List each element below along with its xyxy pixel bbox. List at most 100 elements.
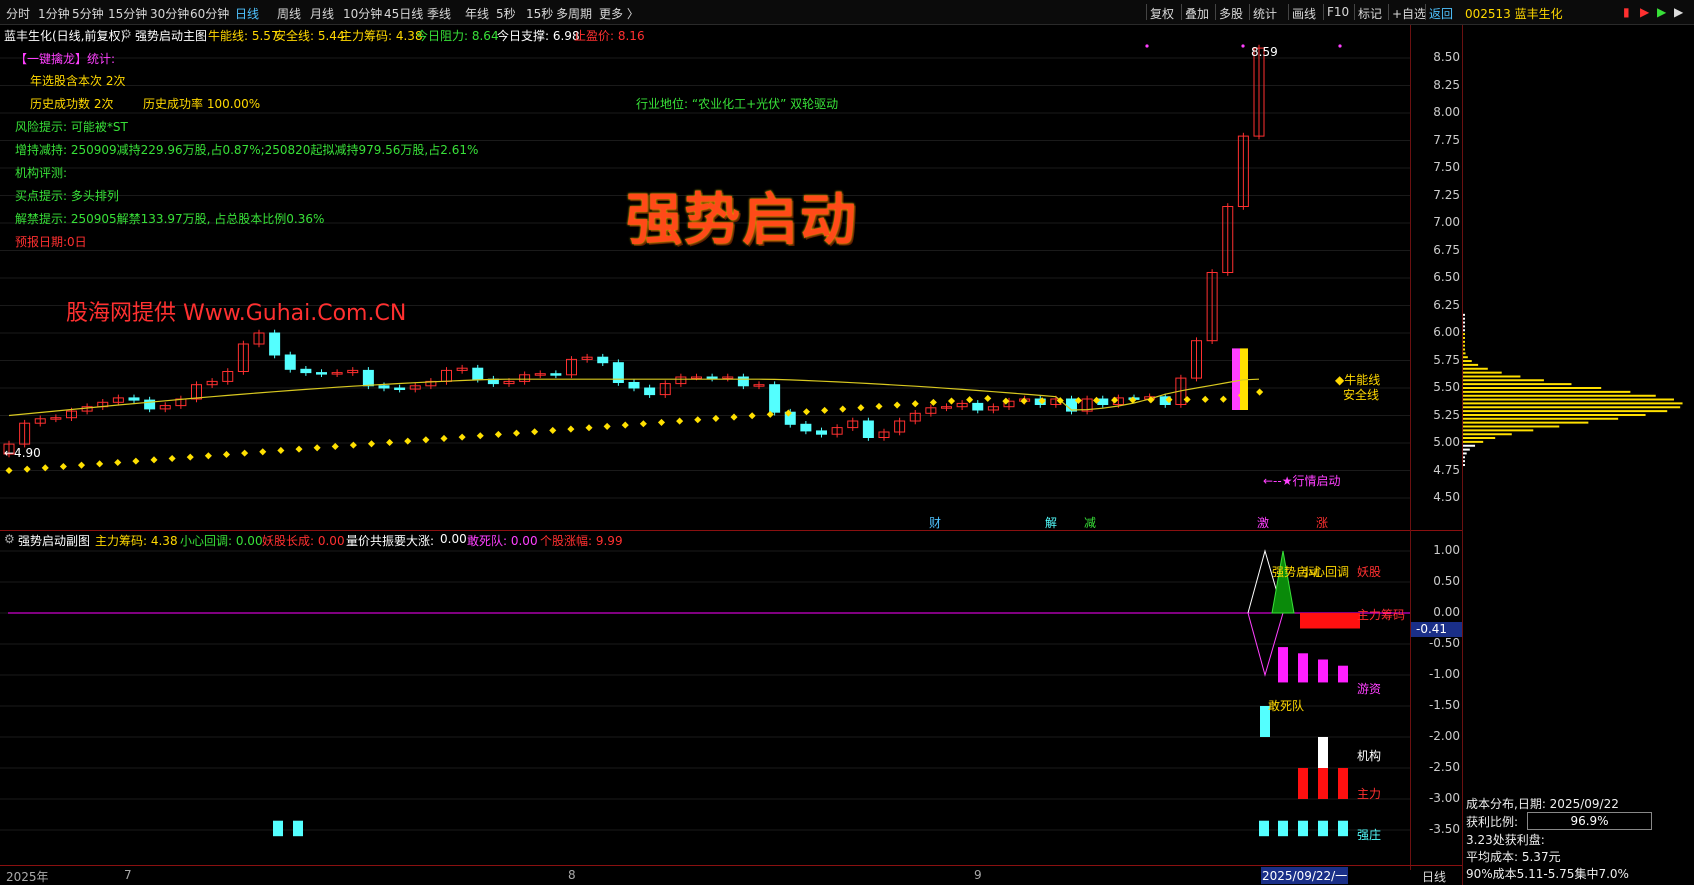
candle-body bbox=[769, 384, 781, 413]
toolbar-8[interactable]: 返回 bbox=[1429, 5, 1453, 22]
toolbar-separator bbox=[1146, 4, 1147, 20]
toolbar-4[interactable]: 画线 bbox=[1292, 5, 1316, 22]
safe-dot bbox=[1201, 395, 1209, 403]
profit-ratio-box: 96.9% bbox=[1527, 812, 1652, 830]
price-tick: 6.25 bbox=[1433, 297, 1460, 312]
price-tick: 8.00 bbox=[1433, 105, 1460, 119]
period-8[interactable]: 月线 bbox=[310, 5, 334, 22]
safe-dot bbox=[204, 452, 212, 460]
main-price-axis[interactable]: 8.50 8.25 8.00 7.75 7.50 7.25 7.00 6.75 6.50 6.25… bbox=[1410, 25, 1460, 530]
safe-dot bbox=[1219, 395, 1227, 403]
sub-tick: -3.50 bbox=[1428, 822, 1460, 836]
main-grid bbox=[0, 57, 1410, 499]
candle-body bbox=[378, 385, 390, 389]
sub-indicator-chart[interactable] bbox=[0, 530, 1410, 870]
period-3[interactable]: 15分钟 bbox=[108, 5, 147, 22]
candle-body bbox=[800, 423, 812, 432]
window-control-icon[interactable]: ▶ bbox=[1674, 5, 1683, 19]
period-5[interactable]: 60分钟 bbox=[190, 5, 229, 22]
safe-dot bbox=[277, 446, 285, 454]
sub-tick: -1.00 bbox=[1428, 667, 1460, 681]
period-7[interactable]: 周线 bbox=[277, 5, 301, 22]
sub-tick: -1.50 bbox=[1428, 698, 1460, 712]
safe-dot bbox=[984, 394, 992, 402]
period-toolbar: 分时 1分钟 5分钟 15分钟 30分钟 60分钟 日线 周线 月线 10分钟 45日线 季线 年线 5秒… bbox=[0, 0, 1694, 25]
safe-dot bbox=[1183, 395, 1191, 404]
institution-bar bbox=[1318, 737, 1328, 768]
toolbar-3[interactable]: 统计 bbox=[1253, 5, 1277, 22]
sub-tick: 0.00 bbox=[1433, 605, 1460, 619]
period-14[interactable]: 15秒 bbox=[526, 5, 553, 22]
cost-distribution-info: 成本分布,日期: 2025/09/22 获利比例: 96.9% 3.23处获利盘… bbox=[1463, 793, 1694, 884]
candle-body bbox=[737, 376, 749, 387]
candle-body bbox=[394, 387, 406, 390]
chip-distribution-chart[interactable] bbox=[1463, 25, 1694, 530]
safe-dot bbox=[59, 462, 67, 471]
window-control-icon[interactable]: ▶ bbox=[1657, 5, 1666, 19]
safe-dot bbox=[494, 430, 502, 438]
chip-bars bbox=[1463, 313, 1683, 466]
toolbar-5[interactable]: F10 bbox=[1327, 5, 1349, 19]
safe-dot bbox=[730, 413, 738, 421]
period-0[interactable]: 分时 bbox=[6, 5, 30, 22]
toolbar-2[interactable]: 多股 bbox=[1219, 5, 1243, 22]
period-11[interactable]: 季线 bbox=[427, 5, 451, 22]
window-control-icon[interactable]: ▶ bbox=[1640, 5, 1649, 19]
toolbar-6[interactable]: 标记 bbox=[1358, 5, 1382, 22]
toolbar-1[interactable]: 叠加 bbox=[1185, 5, 1209, 22]
candle-body bbox=[644, 387, 656, 396]
cost-title: 成本分布,日期: 2025/09/22 bbox=[1466, 797, 1619, 811]
price-tick: 6.50 bbox=[1433, 270, 1460, 284]
period-1[interactable]: 1分钟 bbox=[38, 5, 70, 22]
period-13[interactable]: 5秒 bbox=[496, 5, 516, 22]
period-4[interactable]: 30分钟 bbox=[150, 5, 189, 22]
main-candlestick-chart[interactable] bbox=[0, 25, 1410, 531]
window-control-icon[interactable]: ▮ bbox=[1623, 5, 1630, 19]
price-tick: 5.00 bbox=[1433, 435, 1460, 449]
sub-tick: -3.00 bbox=[1428, 791, 1460, 805]
main-force-bar bbox=[1318, 768, 1328, 799]
period-6[interactable]: 日线 bbox=[235, 5, 259, 22]
toolbar-separator bbox=[1249, 4, 1250, 20]
safe-dot bbox=[222, 450, 231, 459]
safe-dot bbox=[911, 400, 919, 408]
safe-dot bbox=[241, 449, 249, 457]
sub-tick: 1.00 bbox=[1433, 543, 1460, 557]
safe-dot bbox=[802, 408, 811, 416]
candlesticks bbox=[3, 44, 1265, 458]
safe-dot bbox=[259, 448, 267, 456]
toolbar-7[interactable]: +自选 bbox=[1392, 5, 1426, 22]
safe-dot bbox=[512, 429, 521, 437]
candle-body bbox=[628, 382, 640, 389]
toolbar-0[interactable]: 复权 bbox=[1150, 5, 1174, 22]
sub-value-axis[interactable]: 1.00 0.50 0.00 -0.50 -1.00 -1.50 -2.00 -2.50 -3.… bbox=[1410, 530, 1460, 870]
time-axis[interactable]: 2025年 7 8 9 2025/09/22/一 日线 bbox=[0, 865, 1462, 885]
candle-body bbox=[550, 373, 562, 376]
safe-dot bbox=[150, 456, 158, 464]
candle-body bbox=[128, 397, 140, 401]
axis-divider bbox=[1410, 25, 1411, 870]
candle-body bbox=[316, 372, 327, 375]
period-9[interactable]: 10分钟 bbox=[343, 5, 382, 22]
main-force-bar bbox=[1298, 768, 1308, 799]
strong-banker-bar bbox=[293, 820, 303, 837]
candle-body bbox=[597, 356, 609, 364]
safe-dot bbox=[23, 465, 31, 473]
sub-tick: -2.00 bbox=[1428, 729, 1460, 743]
period-16[interactable]: 更多 〉 bbox=[599, 5, 639, 22]
price-tick: 4.50 bbox=[1433, 490, 1460, 504]
period-2[interactable]: 5分钟 bbox=[72, 5, 104, 22]
period-12[interactable]: 年线 bbox=[465, 5, 489, 22]
signal-dots bbox=[1145, 44, 1342, 48]
toolbar-separator bbox=[1181, 4, 1182, 20]
safe-dot bbox=[639, 420, 647, 428]
period-15[interactable]: 多周期 bbox=[556, 5, 592, 22]
price-tick: 7.50 bbox=[1433, 160, 1460, 174]
price-tick: 8.25 bbox=[1433, 77, 1460, 92]
period-10[interactable]: 45日线 bbox=[384, 5, 423, 22]
strong-banker-bar bbox=[1298, 820, 1308, 837]
safe-dot bbox=[5, 466, 13, 475]
safe-dot bbox=[893, 401, 901, 409]
price-tick: 5.75 bbox=[1433, 352, 1460, 367]
period-label[interactable]: 日线 bbox=[1422, 868, 1446, 885]
